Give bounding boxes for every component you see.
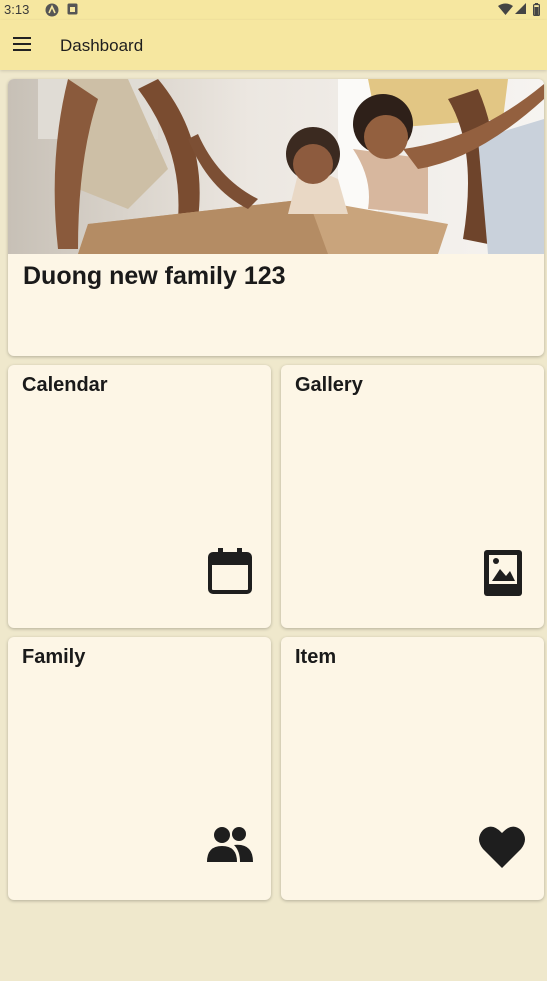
people-icon	[207, 827, 253, 862]
page-title: Dashboard	[60, 36, 144, 55]
family-tile[interactable]: Family	[8, 637, 271, 900]
status-bar: 3:13	[0, 0, 547, 20]
family-photo	[8, 79, 544, 254]
gallery-tile[interactable]: Gallery	[281, 365, 544, 628]
tile-label: Gallery	[295, 374, 363, 396]
battery-icon	[533, 3, 540, 16]
menu-icon[interactable]	[13, 37, 31, 51]
wifi-icon	[498, 3, 513, 15]
tile-label: Calendar	[22, 374, 108, 396]
notification-icon	[45, 3, 59, 17]
status-time: 3:13	[4, 2, 30, 17]
calendar-icon	[208, 548, 252, 594]
family-card[interactable]: Duong new family 123	[8, 79, 544, 356]
item-tile[interactable]: Item	[281, 637, 544, 900]
image-icon	[484, 550, 522, 596]
sim-icon	[67, 3, 78, 15]
heart-icon	[479, 826, 525, 868]
tile-label: Item	[295, 646, 337, 668]
signal-icon	[515, 3, 526, 14]
family-name: Duong new family 123	[23, 262, 286, 290]
tile-label: Family	[22, 646, 86, 668]
app-bar: Dashboard	[0, 20, 547, 70]
calendar-tile[interactable]: Calendar	[8, 365, 271, 628]
